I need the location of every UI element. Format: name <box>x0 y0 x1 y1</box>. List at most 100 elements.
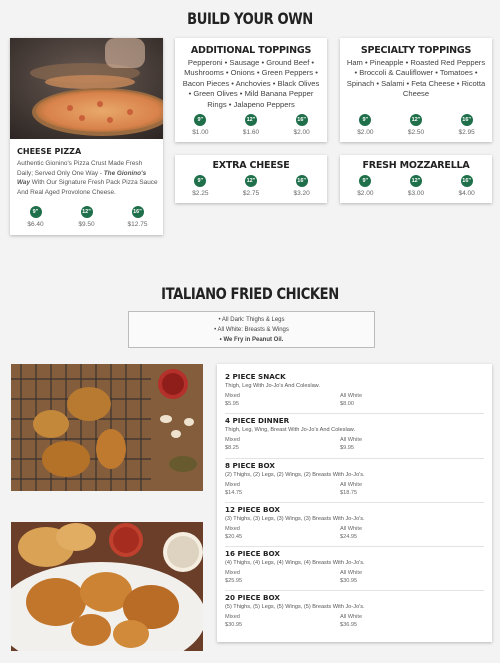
fresh-mozzarella-title: FRESH MOZZARELLA <box>362 160 470 171</box>
menu-item-description: (3) Thighs, (3) Legs, (3) Wings, (3) Bre… <box>225 515 365 522</box>
white-price: $9.95 <box>340 445 354 452</box>
size-price: $3.20 <box>293 190 310 197</box>
size-badge: 16" <box>131 206 144 218</box>
size-price: $4.00 <box>458 190 475 197</box>
size-option[interactable]: 9" $2.00 <box>342 175 388 197</box>
menu-item[interactable]: 12 PIECE BOX (3) Thighs, (3) Legs, (3) W… <box>225 503 484 548</box>
extra-cheese-card[interactable]: EXTRA CHEESE 9" $2.25 12" $2.75 16" $3.20 <box>175 155 327 203</box>
build-your-own-heading: BUILD YOUR OWN <box>187 9 313 28</box>
size-price: $2.95 <box>458 129 475 136</box>
additional-toppings-card[interactable]: ADDITIONAL TOPPINGS Pepperoni • Sausage … <box>175 38 327 142</box>
mixed-label: Mixed <box>225 614 240 621</box>
cheese-pizza-description: Authentic Gionino's Pizza Crust Made Fre… <box>17 159 158 197</box>
chicken-menu-list: 2 PIECE SNACK Thigh, Leg With Jo-Jo's An… <box>217 364 492 642</box>
size-option[interactable]: 9" $6.40 <box>13 206 59 228</box>
size-option[interactable]: 16" $4.00 <box>444 175 490 197</box>
cheese-pizza-card[interactable]: CHEESE PIZZA Authentic Gionino's Pizza C… <box>10 38 163 235</box>
mixed-price: $8.25 <box>225 445 239 452</box>
size-badge: 16" <box>460 175 473 187</box>
size-option[interactable]: 9" $2.00 <box>342 114 388 136</box>
desc-part: With Our Signature Fresh Pack Pizza Sauc… <box>17 179 158 196</box>
menu-item-title: 20 PIECE BOX <box>225 593 280 603</box>
white-label: All White <box>340 525 363 532</box>
additional-toppings-sizes: 9" $1.00 12" $1.60 16" $2.00 <box>175 114 327 136</box>
mixed-label: Mixed <box>225 570 240 577</box>
size-badge: 16" <box>295 175 308 187</box>
mixed-label: Mixed <box>225 525 240 532</box>
chicken-rack-photo <box>11 364 203 491</box>
size-price: $3.00 <box>407 190 425 197</box>
size-option[interactable]: 9" $2.25 <box>177 175 223 197</box>
specialty-toppings-title: SPECIALTY TOPPINGS <box>360 45 472 56</box>
white-price: $24.95 <box>340 533 358 540</box>
size-option[interactable]: 12" $3.00 <box>393 175 439 197</box>
size-badge: 9" <box>194 175 207 187</box>
cheese-pizza-sizes: 9" $6.40 12" $9.50 16" $12.75 <box>10 206 163 228</box>
white-label: All White <box>340 437 363 444</box>
menu-item-description: (5) Thighs, (5) Legs, (5) Wings, (5) Bre… <box>225 604 365 611</box>
menu-item-description: (2) Thighs, (2) Legs, (2) Wings, (2) Bre… <box>225 471 365 478</box>
size-price: $2.25 <box>192 190 209 197</box>
white-label: All White <box>340 393 363 399</box>
white-price: $30.95 <box>340 578 358 585</box>
info-item: • All Dark: Thighs & Legs <box>218 317 285 323</box>
size-option[interactable]: 16" $12.75 <box>115 206 161 228</box>
size-price: $2.50 <box>407 129 425 136</box>
size-price: $9.50 <box>78 221 95 228</box>
extra-cheese-title: EXTRA CHEESE <box>212 160 290 171</box>
mixed-label: Mixed <box>225 393 240 399</box>
specialty-toppings-card[interactable]: SPECIALTY TOPPINGS Ham • Pineapple • Roa… <box>340 38 492 142</box>
chicken-plate-photo <box>11 522 203 651</box>
info-text: All Dark: Thighs & Legs <box>221 317 285 323</box>
size-badge: 12" <box>244 175 257 187</box>
size-option[interactable]: 16" $2.95 <box>444 114 490 136</box>
white-price: $18.75 <box>340 489 358 496</box>
mixed-price: $5.95 <box>225 401 239 407</box>
size-badge: 12" <box>409 175 422 187</box>
menu-item-title: 2 PIECE SNACK <box>225 372 286 381</box>
menu-item[interactable]: 8 PIECE BOX (2) Thighs, (2) Legs, (2) Wi… <box>225 459 484 503</box>
menu-item[interactable]: 4 PIECE DINNER Thigh, Leg, Wing, Breast … <box>225 414 484 459</box>
additional-toppings-title: ADDITIONAL TOPPINGS <box>190 45 312 56</box>
size-option[interactable]: 9" $1.00 <box>177 114 223 136</box>
size-option[interactable]: 12" $2.50 <box>393 114 439 136</box>
mixed-label: Mixed <box>225 437 240 444</box>
fresh-mozzarella-card[interactable]: FRESH MOZZARELLA 9" $2.00 12" $3.00 16" $4.… <box>340 155 492 203</box>
mixed-price: $25.95 <box>225 578 243 585</box>
menu-item[interactable]: 16 PIECE BOX (4) Thighs, (4) Legs, (4) W… <box>225 547 484 592</box>
size-option[interactable]: 12" $9.50 <box>64 206 110 228</box>
fried-chicken-heading: ITALIANO FRIED CHICKEN <box>161 284 339 303</box>
size-price: $2.00 <box>357 129 374 136</box>
size-option[interactable]: 16" $3.20 <box>279 175 325 197</box>
size-price: $1.60 <box>242 129 260 136</box>
extra-cheese-sizes: 9" $2.25 12" $2.75 16" $3.20 <box>175 175 327 197</box>
size-price: $2.75 <box>242 190 260 197</box>
size-badge: 12" <box>409 114 422 126</box>
mixed-price: $14.75 <box>225 489 243 496</box>
size-price: $6.40 <box>27 221 44 228</box>
size-badge: 16" <box>295 114 308 126</box>
menu-item-description: Thigh, Leg With Jo-Jo's And Coleslaw. <box>225 383 320 389</box>
size-price: $2.00 <box>357 190 374 197</box>
size-badge: 9" <box>29 206 42 218</box>
info-text: We Fry in Peanut Oil. <box>223 337 284 343</box>
mixed-label: Mixed <box>225 481 240 488</box>
size-price: $1.00 <box>192 129 209 136</box>
white-price: $36.95 <box>340 622 358 629</box>
size-option[interactable]: 12" $2.75 <box>228 175 274 197</box>
size-option[interactable]: 12" $1.60 <box>228 114 274 136</box>
size-option[interactable]: 16" $2.00 <box>279 114 325 136</box>
pizza-photo <box>10 38 163 139</box>
size-badge: 12" <box>80 206 93 218</box>
size-badge: 9" <box>359 114 372 126</box>
info-text: All White: Breasts & Wings <box>217 327 289 333</box>
specialty-toppings-sizes: 9" $2.00 12" $2.50 16" $2.95 <box>340 114 492 136</box>
fresh-mozzarella-sizes: 9" $2.00 12" $3.00 16" $4.00 <box>340 175 492 197</box>
cheese-pizza-title: CHEESE PIZZA <box>17 147 82 156</box>
size-price: $2.00 <box>293 129 310 136</box>
menu-item[interactable]: 20 PIECE BOX (5) Thighs, (5) Legs, (5) W… <box>225 591 484 635</box>
size-badge: 9" <box>194 114 207 126</box>
specialty-toppings-list: Ham • Pineapple • Roasted Red Peppers • … <box>346 58 486 99</box>
chicken-info-box: • All Dark: Thighs & Legs • All White: B… <box>128 311 375 348</box>
menu-item[interactable]: 2 PIECE SNACK Thigh, Leg With Jo-Jo's An… <box>225 370 484 415</box>
